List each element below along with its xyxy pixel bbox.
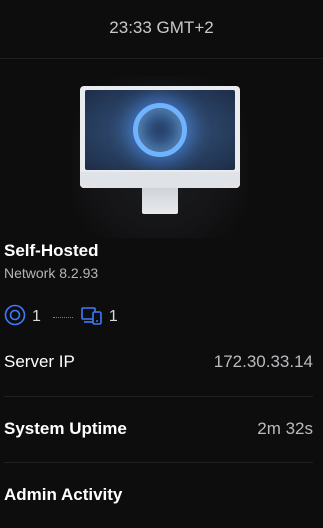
system-uptime-value: 2m 32s: [257, 419, 313, 438]
glow-ring-icon: [133, 103, 187, 157]
device-detail-panel: 23:33 GMT+2 Self-Hosted Network 8.2.93 1: [0, 0, 323, 528]
system-uptime-label: System Uptime: [4, 419, 127, 438]
devices-icon: [81, 305, 103, 330]
device-screen: [85, 90, 235, 170]
client-count: 1: [108, 308, 118, 325]
row-divider: [4, 462, 313, 463]
time-display: 23:33 GMT+2: [109, 18, 214, 37]
access-point-icon: [4, 304, 26, 331]
row-divider: [4, 396, 313, 397]
admin-activity-label: Admin Activity: [4, 485, 123, 504]
header-divider: [0, 58, 323, 59]
topology-summary[interactable]: 1 1: [4, 304, 118, 331]
access-point-count: 1: [32, 308, 41, 325]
admin-activity-row[interactable]: Admin Activity: [4, 485, 313, 505]
device-chin: [80, 172, 240, 188]
device-stand: [142, 188, 178, 214]
system-uptime-row: System Uptime 2m 32s: [4, 419, 313, 439]
device-image: [72, 76, 248, 238]
server-ip-value: 172.30.33.14: [213, 352, 313, 371]
server-ip-label: Server IP: [4, 352, 75, 371]
device-name: Self-Hosted: [4, 241, 99, 260]
server-ip-row: Server IP 172.30.33.14: [4, 352, 313, 372]
device-version: Network 8.2.93: [4, 265, 99, 281]
imac-icon: [80, 86, 240, 188]
topology-link: [52, 316, 73, 318]
